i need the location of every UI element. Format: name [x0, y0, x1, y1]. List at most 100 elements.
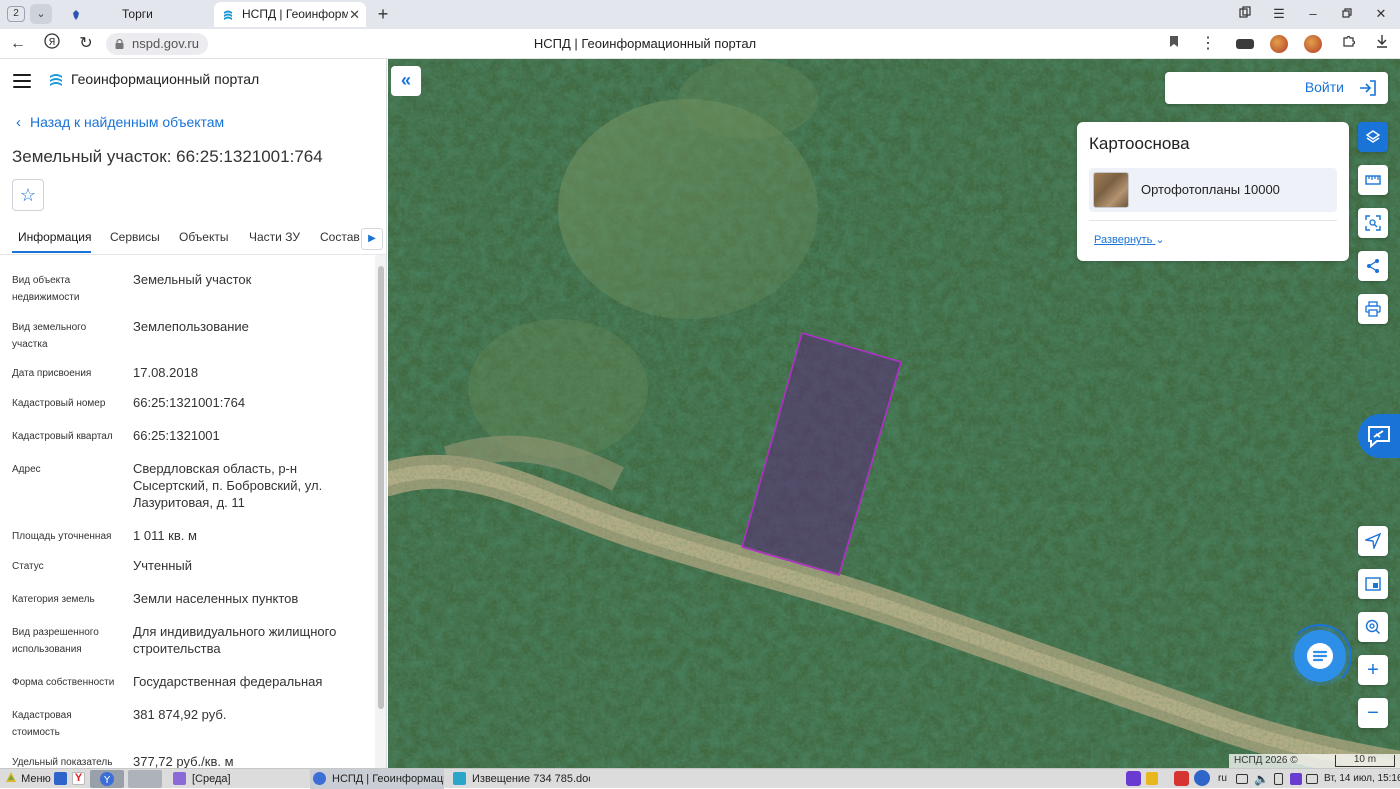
- info-value: 381 874,92 руб.: [133, 707, 227, 722]
- map-view[interactable]: « Войти Картооснова Ортофотопланы 10000 …: [388, 59, 1400, 768]
- expand-basemaps-link[interactable]: Развернуть ⌄: [1094, 233, 1165, 246]
- info-label: Удельный показатель: [12, 757, 113, 768]
- chevron-down-icon: ⌄: [1155, 234, 1165, 246]
- browser-tab-nspd[interactable]: НСПД | Геоинформаци... ✕: [214, 2, 366, 27]
- close-window-button[interactable]: ✕: [1370, 4, 1392, 24]
- start-menu-button[interactable]: Меню: [4, 770, 51, 788]
- display-icon[interactable]: [1236, 774, 1248, 784]
- os-taskbar: Меню Y Y [Среда] НСПД | Геоинформаци... …: [0, 768, 1400, 789]
- layers-button[interactable]: [1358, 122, 1388, 152]
- info-label: Кадастровый номер: [12, 398, 106, 409]
- plus-icon: +: [1367, 658, 1379, 681]
- feedback-side-tab[interactable]: [1358, 414, 1400, 458]
- chevron-left-icon: ‹: [16, 114, 21, 131]
- restore-window-button[interactable]: [1336, 4, 1358, 24]
- minus-icon: −: [1367, 701, 1379, 724]
- print-button[interactable]: [1358, 294, 1388, 324]
- tab-parcel-parts[interactable]: Части ЗУ: [249, 230, 300, 244]
- info-value: Свердловская область, р-н Сысертский, п.…: [133, 461, 323, 510]
- desktop-icon[interactable]: [54, 772, 67, 785]
- location-search-icon: [1365, 619, 1380, 634]
- ruler-button[interactable]: [1358, 165, 1388, 195]
- collections-icon[interactable]: [1234, 4, 1256, 24]
- nspd-logo-icon: [224, 10, 232, 20]
- language-indicator[interactable]: ru: [1218, 770, 1227, 788]
- downloads-icon[interactable]: [1370, 33, 1394, 55]
- more-options-icon[interactable]: ⋮: [1196, 33, 1220, 55]
- panel-scrollbar-thumb[interactable]: [378, 266, 384, 709]
- basemap-option-selected[interactable]: Ортофотопланы 10000: [1089, 168, 1337, 212]
- url-text: nspd.gov.ru: [132, 36, 199, 51]
- info-value: 66:25:1321001: [133, 428, 220, 443]
- volume-icon[interactable]: 🔈: [1254, 770, 1269, 788]
- active-launcher-icon[interactable]: Y: [90, 770, 124, 788]
- yandex-browser-launcher-icon[interactable]: Y: [72, 772, 85, 785]
- tab-information[interactable]: Информация: [18, 230, 91, 244]
- browser-tab-strip: 2 ⌄ Торги НСПД | Геоинформаци... ✕ + ☰ –…: [0, 0, 1400, 29]
- minimize-window-button[interactable]: –: [1302, 4, 1324, 24]
- tray-app-icon[interactable]: [1126, 771, 1141, 786]
- app-icon: [313, 772, 326, 785]
- back-arrow-icon[interactable]: ←: [6, 33, 30, 55]
- reload-icon[interactable]: ↻: [74, 33, 98, 55]
- hamburger-menu-icon[interactable]: [13, 74, 31, 88]
- zoom-out-button[interactable]: −: [1358, 698, 1388, 728]
- taskbar-app-sreda[interactable]: [Среда]: [170, 769, 302, 789]
- tabs-scroll-right-icon[interactable]: ▶: [361, 228, 383, 250]
- basemap-title: Картооснова: [1089, 134, 1190, 153]
- login-icon: [1360, 80, 1376, 96]
- brand-title: Геоинформационный портал: [71, 71, 260, 87]
- tray-app-icon[interactable]: [1146, 772, 1158, 785]
- tab-count-badge[interactable]: 2: [7, 6, 25, 22]
- clipboard-icon[interactable]: [1274, 773, 1283, 785]
- info-value: Государственная федеральная: [133, 674, 323, 689]
- back-to-results-link[interactable]: ‹ Назад к найденным объектам: [16, 114, 224, 131]
- login-button[interactable]: Войти: [1165, 72, 1388, 104]
- chat-button[interactable]: [1294, 630, 1346, 682]
- url-field[interactable]: nspd.gov.ru: [106, 33, 208, 55]
- launcher-icon[interactable]: [128, 770, 162, 788]
- taskbar-app-label: [Среда]: [192, 773, 231, 785]
- yandex-logo-icon[interactable]: Я: [40, 33, 64, 55]
- chat-icon: [1307, 643, 1333, 669]
- minimap-button[interactable]: [1358, 569, 1388, 599]
- tab-composition[interactable]: Состав: [320, 230, 360, 244]
- extension-icon[interactable]: [1304, 35, 1322, 53]
- favorite-star-button[interactable]: ☆: [12, 179, 44, 211]
- zoom-in-button[interactable]: +: [1358, 655, 1388, 685]
- select-area-button[interactable]: [1358, 208, 1388, 238]
- taskbar-app-document[interactable]: Извещение 734 785.doc...: [450, 769, 590, 789]
- info-value: Земли населенных пунктов: [133, 591, 299, 606]
- browser-menu-icon[interactable]: ☰: [1268, 4, 1290, 24]
- tab-list-chevron-icon[interactable]: ⌄: [30, 4, 52, 24]
- bookmark-icon[interactable]: [1162, 33, 1186, 55]
- locate-button[interactable]: [1358, 612, 1388, 642]
- close-tab-icon[interactable]: ✕: [349, 2, 360, 27]
- info-label: Кадастровая стоимость: [12, 710, 72, 738]
- extension-icon[interactable]: [1236, 39, 1254, 49]
- info-value: 17.08.2018: [133, 365, 199, 380]
- share-button[interactable]: [1358, 251, 1388, 281]
- info-label: Площадь уточненная: [12, 531, 112, 542]
- extension-icon[interactable]: [1270, 35, 1288, 53]
- network-icon[interactable]: [1306, 774, 1318, 784]
- tray-app-icon[interactable]: [1174, 771, 1189, 786]
- login-label: Войти: [1304, 79, 1344, 95]
- share-icon: [1367, 259, 1379, 273]
- app-icon: [173, 772, 186, 785]
- tray-app-icon[interactable]: [1290, 773, 1302, 785]
- taskbar-app-nspd[interactable]: НСПД | Геоинформаци...: [310, 769, 444, 789]
- tab-objects[interactable]: Объекты: [179, 230, 229, 244]
- map-scale: НСПД 2026 © 10 m: [1229, 754, 1400, 768]
- extensions-puzzle-icon[interactable]: [1337, 33, 1361, 55]
- geoportal-logo-icon: [50, 74, 62, 86]
- browser-tab-torgi[interactable]: Торги: [62, 2, 210, 27]
- tray-yandex-icon[interactable]: [1194, 770, 1210, 786]
- collapse-panel-button[interactable]: «: [391, 66, 421, 96]
- navigate-button[interactable]: [1358, 526, 1388, 556]
- tab-services[interactable]: Сервисы: [110, 230, 160, 244]
- info-label: Вид объекта недвижимости: [12, 275, 80, 303]
- new-tab-button[interactable]: +: [372, 2, 394, 26]
- clock[interactable]: Вт, 14 июл, 15:16: [1324, 770, 1400, 788]
- basemap-option-label: Ортофотопланы 10000: [1141, 182, 1280, 197]
